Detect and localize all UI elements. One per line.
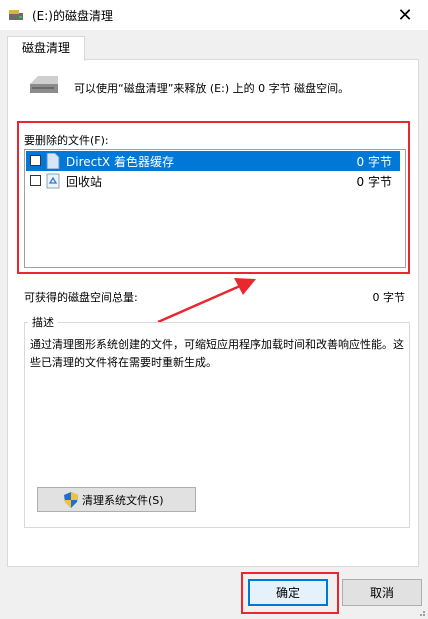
list-item[interactable]: DirectX 着色器缓存 0 字节: [26, 151, 400, 171]
space-gained-label: 可获得的磁盘空间总量:: [24, 291, 138, 304]
clean-up-system-files-label: 清理系统文件(S): [82, 493, 164, 507]
tab-label: 磁盘清理: [21, 41, 70, 55]
description-title: 描述: [28, 314, 58, 330]
resize-grip-icon[interactable]: [416, 607, 426, 617]
uac-shield-icon: [64, 491, 78, 508]
annotation-arrow-icon: [157, 278, 256, 324]
close-button[interactable]: ✕: [382, 0, 428, 30]
space-gained-value: 0 字节: [372, 291, 406, 304]
cancel-button[interactable]: 取消: [342, 579, 422, 606]
file-icon: [46, 153, 60, 169]
file-name: 回收站: [66, 175, 103, 189]
ok-label: 确定: [275, 586, 300, 600]
tab-panel: 可以使用“磁盘清理”来释放 (E:) 上的 0 字节 磁盘空间。 要删除的文件(…: [7, 59, 419, 567]
file-checkbox[interactable]: [30, 155, 41, 166]
file-size: 0 字节: [356, 155, 392, 169]
files-to-delete-label: 要删除的文件(F):: [24, 134, 109, 147]
file-checkbox[interactable]: [30, 175, 41, 186]
cancel-label: 取消: [369, 586, 394, 600]
tab-disk-cleanup[interactable]: 磁盘清理: [7, 36, 85, 61]
files-to-delete-list[interactable]: DirectX 着色器缓存 0 字节 回收站 0 字节: [24, 149, 406, 268]
clean-up-system-files-button[interactable]: 清理系统文件(S): [37, 487, 196, 512]
ok-button[interactable]: 确定: [248, 579, 328, 606]
drive-icon: [30, 76, 58, 93]
close-icon: ✕: [397, 4, 413, 26]
recycle-bin-icon: [46, 173, 60, 189]
file-name: DirectX 着色器缓存: [66, 155, 174, 169]
list-item[interactable]: 回收站 0 字节: [26, 171, 400, 191]
disk-cleanup-icon: [9, 10, 23, 20]
intro-text: 可以使用“磁盘清理”来释放 (E:) 上的 0 字节 磁盘空间。: [74, 82, 350, 95]
title-bar: (E:)的磁盘清理 ✕: [0, 0, 428, 30]
window-title: (E:)的磁盘清理: [32, 9, 113, 23]
description-text: 通过清理图形系统创建的文件，可缩短应用程序加载时间和改善响应性能。这些已清理的文…: [30, 338, 404, 369]
file-size: 0 字节: [356, 175, 392, 189]
